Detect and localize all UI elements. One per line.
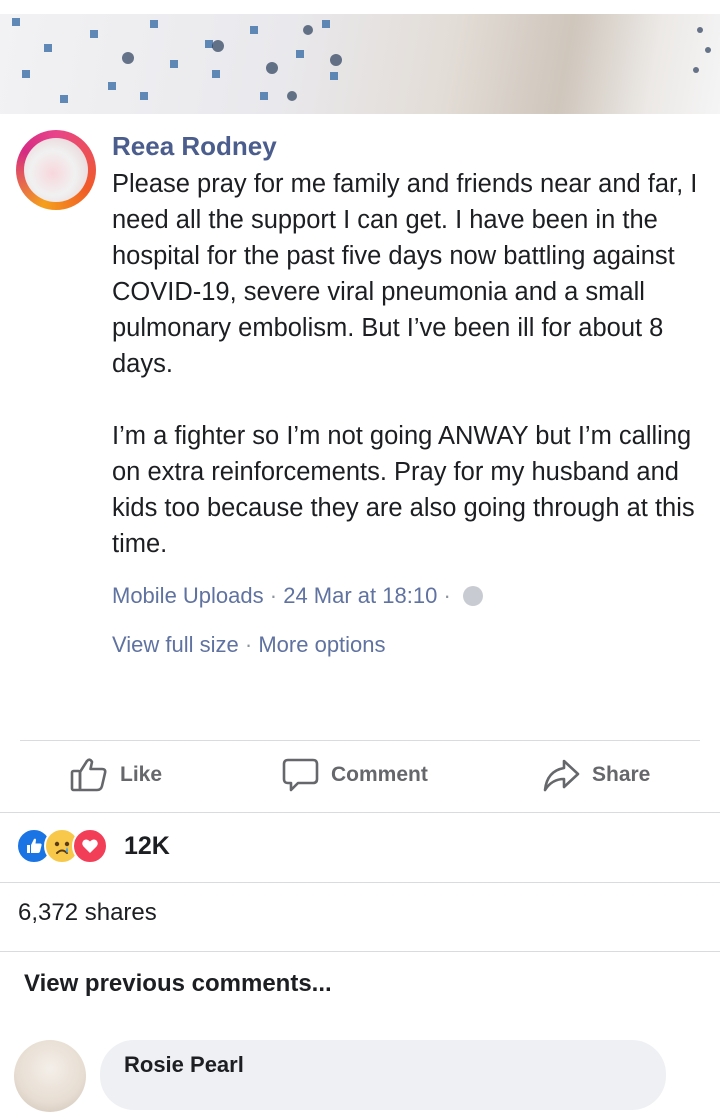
commenter-avatar[interactable] <box>14 1040 86 1112</box>
love-reaction-icon <box>72 828 108 864</box>
view-full-size-link[interactable]: View full size <box>112 632 239 657</box>
share-arrow-icon <box>543 759 580 792</box>
author-name[interactable]: Reea Rodney <box>112 131 277 162</box>
shares-count[interactable]: 6,372 shares <box>18 899 157 927</box>
meta-separator: · <box>443 583 451 608</box>
post-text: Please pray for me family and friends ne… <box>112 170 698 558</box>
thumbs-up-icon <box>70 758 107 792</box>
divider <box>0 951 720 952</box>
globe-icon <box>462 586 483 606</box>
divider <box>20 740 700 741</box>
album-link[interactable]: Mobile Uploads <box>112 583 264 608</box>
share-label: Share <box>592 763 651 786</box>
meta-separator: · <box>269 583 278 608</box>
photo-pattern <box>12 18 711 103</box>
view-previous-comments-link[interactable]: View previous comments... <box>24 970 332 998</box>
photo-links: View full size · More options <box>112 632 386 658</box>
divider <box>0 812 720 813</box>
avatar-photo <box>24 138 88 202</box>
post-meta: Mobile Uploads · 24 Mar at 18:10 · <box>112 583 483 609</box>
comment-author[interactable]: Rosie Pearl <box>124 1052 244 1078</box>
author-avatar[interactable] <box>16 130 96 210</box>
post-timestamp[interactable]: 24 Mar at 18:10 <box>283 583 437 608</box>
comment-button[interactable]: Comment <box>282 752 428 798</box>
comment-label: Comment <box>331 763 428 786</box>
reaction-count: 12K <box>124 831 170 860</box>
share-button[interactable]: Share <box>542 752 650 798</box>
like-button[interactable]: Like <box>70 752 162 798</box>
post-photo[interactable] <box>0 0 720 114</box>
reactions-summary[interactable]: 12K <box>16 828 170 864</box>
link-separator: · <box>244 632 253 657</box>
like-label: Like <box>120 763 163 786</box>
comment-icon <box>282 758 319 792</box>
divider <box>0 882 720 883</box>
more-options-link[interactable]: More options <box>258 632 385 657</box>
